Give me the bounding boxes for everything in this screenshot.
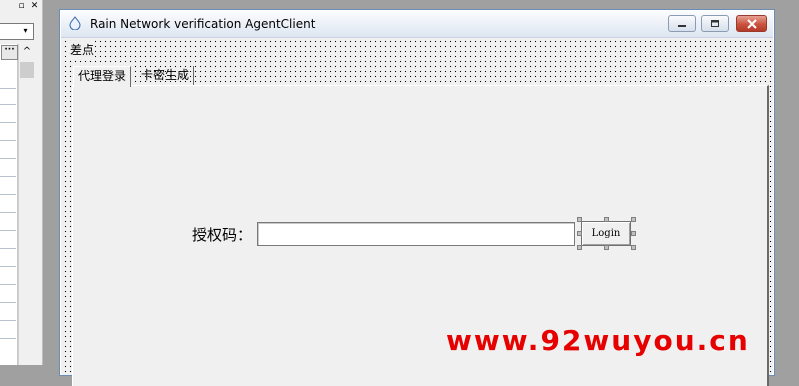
chevron-up-icon[interactable]: ^ xyxy=(20,45,34,59)
selection-handle[interactable] xyxy=(631,245,636,250)
auth-code-label: 授权码： xyxy=(192,226,253,244)
close-button[interactable] xyxy=(736,15,767,32)
title-bar[interactable]: Rain Network verification AgentClient xyxy=(61,11,773,38)
tab-card-generate[interactable]: 卡密生成 xyxy=(137,66,195,85)
menu-item-chadian[interactable]: 差点 xyxy=(69,41,96,58)
selection-handle[interactable] xyxy=(604,245,609,250)
selection-handle[interactable] xyxy=(577,245,582,250)
chevron-down-icon[interactable]: ▾ xyxy=(20,25,31,37)
close-icon xyxy=(746,19,757,29)
app-icon xyxy=(69,16,81,30)
window-title: Rain Network verification AgentClient xyxy=(90,17,316,31)
ide-side-panel: ▫ ✕ ▾ ··· ^ xyxy=(0,0,43,365)
minimize-icon xyxy=(678,25,686,27)
watermark: www.92wuyou.cn xyxy=(446,324,750,357)
selection-handle[interactable] xyxy=(631,217,636,222)
selection-handle[interactable] xyxy=(631,231,636,236)
property-list[interactable] xyxy=(0,44,18,365)
auth-code-input[interactable] xyxy=(257,222,575,246)
login-button[interactable]: Login xyxy=(581,221,631,246)
vertical-scrollbar[interactable]: ^ xyxy=(18,44,35,365)
tab-agent-login[interactable]: 代理登录 xyxy=(73,66,132,87)
selection-handle[interactable] xyxy=(577,231,582,236)
maximize-icon xyxy=(711,20,719,27)
designer-window: Rain Network verification AgentClient 差点… xyxy=(59,9,775,386)
maximize-button[interactable] xyxy=(701,15,729,32)
selection-handle[interactable] xyxy=(577,217,582,222)
minimize-button[interactable] xyxy=(668,15,696,32)
restore-icon[interactable]: ▫ xyxy=(16,1,27,12)
object-combo[interactable]: ▾ xyxy=(0,23,34,40)
selection-handle[interactable] xyxy=(604,217,609,222)
ellipsis-button[interactable]: ··· xyxy=(1,45,18,60)
scroll-thumb[interactable] xyxy=(20,62,34,78)
close-icon[interactable]: ✕ xyxy=(29,1,40,12)
